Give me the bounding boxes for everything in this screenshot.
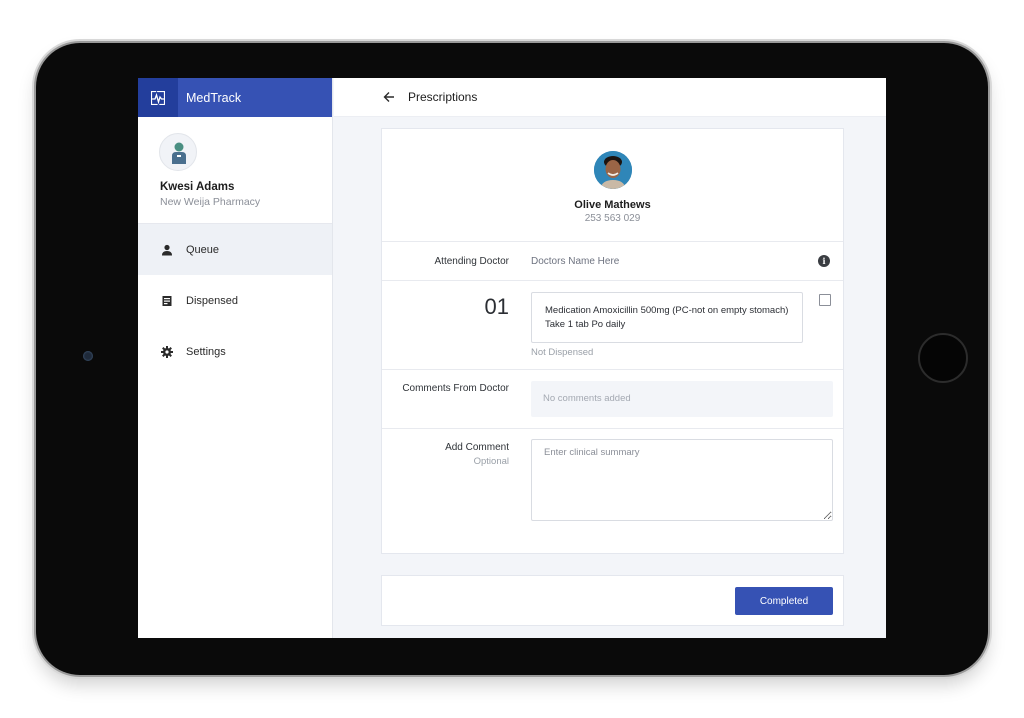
sidebar-item-queue[interactable]: Queue xyxy=(138,224,332,275)
top-bar: Prescriptions xyxy=(334,78,886,117)
dispensed-checkbox[interactable] xyxy=(819,294,831,306)
prescription-card: Olive Mathews 253 563 029 Attending Doct… xyxy=(381,128,844,554)
user-name: Kwesi Adams xyxy=(160,181,235,193)
sidebar-item-label: Queue xyxy=(186,243,220,256)
sidebar-item-dispensed[interactable]: Dispensed xyxy=(138,275,332,326)
medication-name: Medication Amoxicillin 500mg (PC-not on … xyxy=(545,305,789,316)
add-comment-row: Add Comment Optional xyxy=(382,429,843,553)
gear-icon xyxy=(160,345,174,359)
app-name: MedTrack xyxy=(186,90,242,105)
home-button[interactable] xyxy=(918,333,968,383)
page-title: Prescriptions xyxy=(408,90,478,104)
patient-photo xyxy=(594,151,632,189)
sidebar-item-settings[interactable]: Settings xyxy=(138,326,332,377)
info-icon[interactable]: i xyxy=(818,255,830,267)
completed-button[interactable]: Completed xyxy=(735,587,833,615)
patient-phone: 253 563 029 xyxy=(584,213,641,224)
back-arrow-icon[interactable] xyxy=(382,90,396,104)
comments-label: Comments From Doctor xyxy=(402,383,509,394)
attending-doctor-value: Doctors Name Here xyxy=(531,256,620,267)
medtrack-logo-icon xyxy=(138,78,178,117)
medication-row: 01 Medication Amoxicillin 500mg (PC-not … xyxy=(382,281,843,370)
user-profile: Kwesi Adams New Weija Pharmacy xyxy=(138,117,332,224)
attending-doctor-label: Attending Doctor xyxy=(434,256,510,267)
medication-details: Medication Amoxicillin 500mg (PC-not on … xyxy=(531,292,803,343)
doctor-comments: No comments added xyxy=(531,381,833,417)
action-bar: Completed xyxy=(381,575,844,626)
patient-header: Olive Mathews 253 563 029 xyxy=(382,129,843,242)
pharmacy-name: New Weija Pharmacy xyxy=(160,196,261,208)
person-icon xyxy=(160,243,174,257)
avatar xyxy=(159,133,197,171)
receipt-icon xyxy=(160,294,174,308)
camera-icon xyxy=(83,351,93,361)
optional-label: Optional xyxy=(473,456,509,467)
brand-bar: MedTrack xyxy=(138,78,332,117)
medication-dosage: Take 1 tab Po daily xyxy=(545,319,626,330)
app-screen: MedTrack Kwesi Adams New Weija Pharmacy … xyxy=(138,78,886,638)
clinical-summary-input[interactable] xyxy=(531,439,833,521)
doctor-comments-row: Comments From Doctor No comments added xyxy=(382,370,843,429)
attending-doctor-row: Attending Doctor Doctors Name Here i xyxy=(382,242,843,281)
sidebar: MedTrack Kwesi Adams New Weija Pharmacy … xyxy=(138,78,333,638)
sidebar-item-label: Settings xyxy=(186,345,226,358)
medication-number: 01 xyxy=(484,294,509,319)
add-comment-label: Add Comment xyxy=(445,442,509,453)
sidebar-item-label: Dispensed xyxy=(186,294,238,307)
dispense-status: Not Dispensed xyxy=(531,347,594,358)
patient-name: Olive Mathews xyxy=(574,199,651,211)
